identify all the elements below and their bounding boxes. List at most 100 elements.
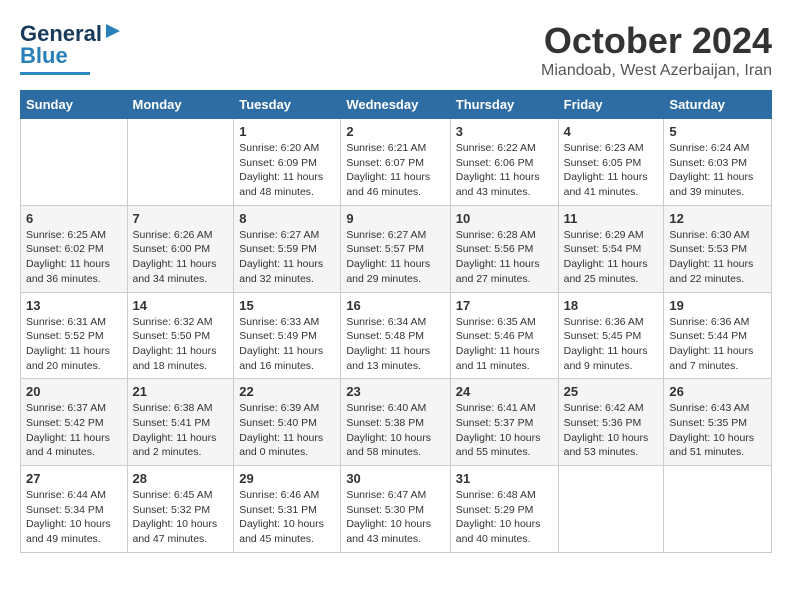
day-number: 9 (346, 211, 444, 226)
cell-info: Sunrise: 6:47 AMSunset: 5:30 PMDaylight:… (346, 488, 444, 547)
calendar-cell: 24 Sunrise: 6:41 AMSunset: 5:37 PMDayligh… (450, 379, 558, 466)
day-number: 4 (564, 124, 659, 139)
calendar-cell: 22 Sunrise: 6:39 AMSunset: 5:40 PMDayligh… (234, 379, 341, 466)
calendar-cell: 2 Sunrise: 6:21 AMSunset: 6:07 PMDaylight… (341, 119, 450, 206)
cell-info: Sunrise: 6:20 AMSunset: 6:09 PMDaylight:… (239, 141, 335, 200)
page-header: General Blue October 2024 Miandoab, West… (20, 20, 772, 80)
calendar-cell: 12 Sunrise: 6:30 AMSunset: 5:53 PMDayligh… (664, 205, 772, 292)
calendar-cell: 7 Sunrise: 6:26 AMSunset: 6:00 PMDaylight… (127, 205, 234, 292)
day-number: 31 (456, 471, 553, 486)
cell-info: Sunrise: 6:40 AMSunset: 5:38 PMDaylight:… (346, 401, 444, 460)
week-row-4: 20 Sunrise: 6:37 AMSunset: 5:42 PMDayligh… (21, 379, 772, 466)
day-number: 15 (239, 298, 335, 313)
cell-info: Sunrise: 6:33 AMSunset: 5:49 PMDaylight:… (239, 315, 335, 374)
calendar-cell: 10Sunrise: 6:28 AMSunset: 5:56 PMDayligh… (450, 205, 558, 292)
day-number: 27 (26, 471, 122, 486)
week-row-5: 27 Sunrise: 6:44 AMSunset: 5:34 PMDayligh… (21, 466, 772, 553)
day-number: 7 (133, 211, 229, 226)
calendar-cell: 19 Sunrise: 6:36 AMSunset: 5:44 PMDayligh… (664, 292, 772, 379)
day-number: 19 (669, 298, 766, 313)
cell-info: Sunrise: 6:45 AMSunset: 5:32 PMDaylight:… (133, 488, 229, 547)
logo-blue: Blue (20, 43, 68, 69)
day-number: 18 (564, 298, 659, 313)
day-number: 26 (669, 384, 766, 399)
calendar-cell: 16 Sunrise: 6:34 AMSunset: 5:48 PMDayligh… (341, 292, 450, 379)
day-number: 6 (26, 211, 122, 226)
cell-info: Sunrise: 6:23 AMSunset: 6:05 PMDaylight:… (564, 141, 659, 200)
cell-info: Sunrise: 6:31 AMSunset: 5:52 PMDaylight:… (26, 315, 122, 374)
cell-info: Sunrise: 6:21 AMSunset: 6:07 PMDaylight:… (346, 141, 444, 200)
calendar-cell: 1Sunrise: 6:20 AMSunset: 6:09 PMDaylight… (234, 119, 341, 206)
cell-info: Sunrise: 6:44 AMSunset: 5:34 PMDaylight:… (26, 488, 122, 547)
day-number: 28 (133, 471, 229, 486)
day-number: 8 (239, 211, 335, 226)
logo-underline (20, 72, 90, 75)
week-row-2: 6Sunrise: 6:25 AMSunset: 6:02 PMDaylight… (21, 205, 772, 292)
col-header-saturday: Saturday (664, 91, 772, 119)
day-number: 13 (26, 298, 122, 313)
calendar-cell: 9 Sunrise: 6:27 AMSunset: 5:57 PMDaylight… (341, 205, 450, 292)
day-number: 2 (346, 124, 444, 139)
cell-info: Sunrise: 6:34 AMSunset: 5:48 PMDaylight:… (346, 315, 444, 374)
col-header-sunday: Sunday (21, 91, 128, 119)
calendar-cell: 27 Sunrise: 6:44 AMSunset: 5:34 PMDayligh… (21, 466, 128, 553)
page-title: October 2024 (541, 20, 772, 62)
day-number: 20 (26, 384, 122, 399)
calendar-cell (558, 466, 664, 553)
col-header-tuesday: Tuesday (234, 91, 341, 119)
cell-info: Sunrise: 6:26 AMSunset: 6:00 PMDaylight:… (133, 228, 229, 287)
day-number: 16 (346, 298, 444, 313)
week-row-1: 1Sunrise: 6:20 AMSunset: 6:09 PMDaylight… (21, 119, 772, 206)
calendar-cell: 13 Sunrise: 6:31 AMSunset: 5:52 PMDayligh… (21, 292, 128, 379)
cell-info: Sunrise: 6:27 AMSunset: 5:59 PMDaylight:… (239, 228, 335, 287)
day-number: 22 (239, 384, 335, 399)
page-subtitle: Miandoab, West Azerbaijan, Iran (541, 62, 772, 80)
cell-info: Sunrise: 6:35 AMSunset: 5:46 PMDaylight:… (456, 315, 553, 374)
logo-arrow-icon (102, 20, 124, 47)
day-number: 12 (669, 211, 766, 226)
cell-info: Sunrise: 6:22 AMSunset: 6:06 PMDaylight:… (456, 141, 553, 200)
day-number: 21 (133, 384, 229, 399)
cell-info: Sunrise: 6:24 AMSunset: 6:03 PMDaylight:… (669, 141, 766, 200)
cell-info: Sunrise: 6:36 AMSunset: 5:44 PMDaylight:… (669, 315, 766, 374)
cell-info: Sunrise: 6:48 AMSunset: 5:29 PMDaylight:… (456, 488, 553, 547)
calendar-cell (127, 119, 234, 206)
logo: General Blue (20, 20, 124, 75)
calendar-cell: 25Sunrise: 6:42 AMSunset: 5:36 PMDayligh… (558, 379, 664, 466)
calendar-cell: 31 Sunrise: 6:48 AMSunset: 5:29 PMDayligh… (450, 466, 558, 553)
calendar-cell: 28 Sunrise: 6:45 AMSunset: 5:32 PMDayligh… (127, 466, 234, 553)
week-row-3: 13 Sunrise: 6:31 AMSunset: 5:52 PMDayligh… (21, 292, 772, 379)
day-number: 25 (564, 384, 659, 399)
calendar-header-row: SundayMondayTuesdayWednesdayThursdayFrid… (21, 91, 772, 119)
cell-info: Sunrise: 6:39 AMSunset: 5:40 PMDaylight:… (239, 401, 335, 460)
col-header-monday: Monday (127, 91, 234, 119)
cell-info: Sunrise: 6:37 AMSunset: 5:42 PMDaylight:… (26, 401, 122, 460)
day-number: 14 (133, 298, 229, 313)
cell-info: Sunrise: 6:43 AMSunset: 5:35 PMDaylight:… (669, 401, 766, 460)
col-header-thursday: Thursday (450, 91, 558, 119)
calendar-cell: 6Sunrise: 6:25 AMSunset: 6:02 PMDaylight… (21, 205, 128, 292)
calendar-cell: 20 Sunrise: 6:37 AMSunset: 5:42 PMDayligh… (21, 379, 128, 466)
calendar-cell: 5 Sunrise: 6:24 AMSunset: 6:03 PMDaylight… (664, 119, 772, 206)
calendar-cell: 8 Sunrise: 6:27 AMSunset: 5:59 PMDaylight… (234, 205, 341, 292)
cell-info: Sunrise: 6:27 AMSunset: 5:57 PMDaylight:… (346, 228, 444, 287)
calendar-cell: 3 Sunrise: 6:22 AMSunset: 6:06 PMDaylight… (450, 119, 558, 206)
day-number: 11 (564, 211, 659, 226)
day-number: 5 (669, 124, 766, 139)
cell-info: Sunrise: 6:41 AMSunset: 5:37 PMDaylight:… (456, 401, 553, 460)
cell-info: Sunrise: 6:32 AMSunset: 5:50 PMDaylight:… (133, 315, 229, 374)
calendar-cell (664, 466, 772, 553)
calendar-cell: 29Sunrise: 6:46 AMSunset: 5:31 PMDayligh… (234, 466, 341, 553)
day-number: 23 (346, 384, 444, 399)
calendar-table: SundayMondayTuesdayWednesdayThursdayFrid… (20, 90, 772, 553)
calendar-cell: 30Sunrise: 6:47 AMSunset: 5:30 PMDayligh… (341, 466, 450, 553)
day-number: 17 (456, 298, 553, 313)
day-number: 3 (456, 124, 553, 139)
cell-info: Sunrise: 6:38 AMSunset: 5:41 PMDaylight:… (133, 401, 229, 460)
calendar-cell: 26 Sunrise: 6:43 AMSunset: 5:35 PMDayligh… (664, 379, 772, 466)
cell-info: Sunrise: 6:46 AMSunset: 5:31 PMDaylight:… (239, 488, 335, 547)
calendar-cell (21, 119, 128, 206)
day-number: 10 (456, 211, 553, 226)
day-number: 24 (456, 384, 553, 399)
cell-info: Sunrise: 6:30 AMSunset: 5:53 PMDaylight:… (669, 228, 766, 287)
